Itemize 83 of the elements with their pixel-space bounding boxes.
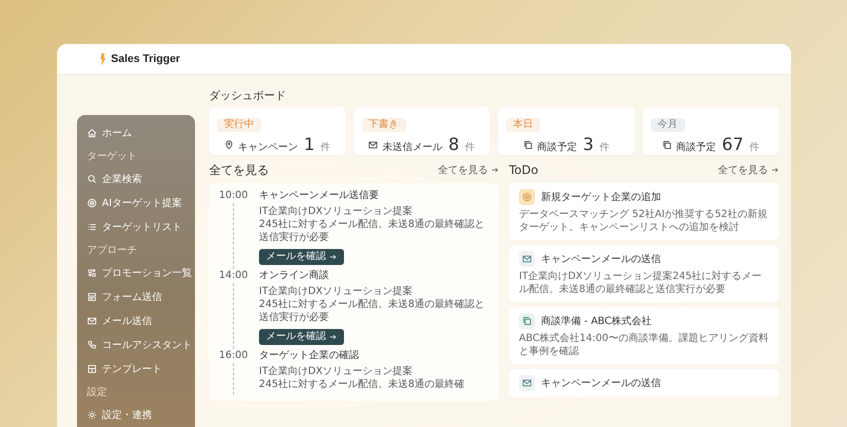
layout-icon bbox=[87, 364, 97, 374]
copy-icon bbox=[522, 140, 533, 150]
sidebar-item[interactable]: 設定・連携 bbox=[81, 403, 191, 427]
event-time: 14:00 bbox=[219, 269, 249, 283]
mail-icon bbox=[368, 140, 378, 150]
stat-label: キャンペーン bbox=[238, 141, 298, 154]
todo-card[interactable]: 商談準備 - ABC株式会社 ABC株式会社14:00〜の商談準備。課題ヒアリング資料と事例を確認 bbox=[509, 307, 779, 364]
todo-card[interactable]: キャンペーンメールの送信 IT企業向けDXソリューション提案245社に対するメール配信。未送8通の最終確認と送信実行が必要 bbox=[509, 245, 779, 302]
stat-value: 3 bbox=[582, 134, 594, 156]
phone-icon bbox=[87, 340, 97, 350]
todo-card[interactable]: キャンペーンメールの送信 bbox=[509, 369, 779, 397]
event-time: 16:00 bbox=[219, 349, 249, 363]
sidebar-section-label: アプローチ bbox=[86, 244, 138, 258]
search-icon bbox=[87, 174, 97, 184]
todo-card[interactable]: 新規ターゲット企業の追加 データベースマッチング 52社AIが推奨する52社の新規ターゲット。キャンペーンリストへの追加を検討 bbox=[509, 183, 779, 240]
mail-icon bbox=[519, 251, 535, 267]
stat-value: 67 bbox=[722, 134, 744, 156]
status-badge: 実行中 bbox=[217, 118, 261, 132]
list-icon bbox=[87, 222, 97, 232]
stat-value: 1 bbox=[304, 134, 315, 156]
todo-title: キャンペーンメールの送信 bbox=[541, 253, 661, 266]
sidebar-item[interactable]: テンプレート bbox=[81, 357, 191, 381]
event-subtitle: IT企業向けDXソリューション提案 bbox=[259, 365, 414, 378]
copy-icon bbox=[519, 313, 535, 329]
section-title: 全てを見る bbox=[209, 163, 269, 177]
check-mail-button[interactable]: メールを確認 bbox=[259, 329, 344, 345]
stat-label: 商談予定 bbox=[536, 140, 577, 154]
settings-icon bbox=[87, 410, 97, 420]
page-title: ダッシュボード bbox=[209, 89, 287, 103]
sidebar-item[interactable]: フォーム送信 bbox=[81, 285, 191, 309]
event-description: 245社に対するメール配信。未送8通の最終確認と送信実行が必要 bbox=[259, 218, 486, 244]
mail-icon bbox=[519, 375, 535, 391]
logo-text: Sales Trigger bbox=[111, 53, 180, 65]
stat-unit: 件 bbox=[320, 141, 331, 154]
arrow-icon bbox=[491, 166, 499, 174]
todo-description: ABC株式会社14:00〜の商談準備。課題ヒアリング資料と事例を確認 bbox=[519, 332, 769, 358]
sidebar-item[interactable]: ホーム bbox=[81, 121, 191, 145]
event-title: オンライン商談 bbox=[259, 269, 329, 283]
logo-icon bbox=[99, 52, 107, 66]
status-badge: 今月 bbox=[650, 118, 684, 132]
sidebar-section-label: 設定 bbox=[86, 386, 108, 400]
event-time: 10:00 bbox=[219, 189, 249, 203]
todo-title: キャンペーンメールの送信 bbox=[541, 377, 661, 390]
event-subtitle: IT企業向けDXソリューション提案 bbox=[259, 205, 414, 218]
sidebar-item[interactable]: AIターゲット提案 bbox=[81, 191, 191, 215]
status-badge: 下書き bbox=[362, 118, 406, 132]
section-title: ToDo bbox=[509, 163, 538, 177]
shapes-icon bbox=[87, 268, 97, 278]
status-badge: 本日 bbox=[506, 118, 540, 132]
mail-icon bbox=[87, 316, 97, 326]
see-all-link[interactable]: 全てを見る bbox=[438, 163, 499, 177]
todo-description: IT企業向けDXソリューション提案245社に対するメール配信。未送8通の最終確認と送信実行が必要 bbox=[519, 270, 763, 296]
event-description: 245社に対するメール配信。未送8通の最終確 bbox=[259, 378, 466, 391]
event-subtitle: IT企業向けDXソリューション提案 bbox=[259, 285, 414, 298]
sidebar-item[interactable]: 企業検索 bbox=[81, 167, 191, 191]
sidebar-item[interactable]: プロモーション一覧 bbox=[81, 261, 191, 285]
sidebar-section-label: ターゲット bbox=[86, 150, 138, 164]
see-all-link[interactable]: 全てを見る bbox=[718, 163, 779, 177]
todo-title: 商談準備 - ABC株式会社 bbox=[541, 314, 652, 328]
target-icon bbox=[87, 198, 97, 208]
stat-value: 8 bbox=[448, 134, 460, 156]
copy-icon bbox=[662, 140, 672, 150]
event-title: ターゲット企業の確認 bbox=[259, 349, 359, 363]
stat-unit: 件 bbox=[750, 141, 760, 154]
sidebar-item[interactable]: ターゲットリスト bbox=[81, 215, 191, 239]
event-description: 245社に対するメール配信。未送8通の最終確認と送信実行が必要 bbox=[259, 298, 486, 324]
stat-label: 商談予定 bbox=[676, 140, 716, 154]
stat-unit: 件 bbox=[600, 141, 610, 154]
event-title: キャンペーンメール送信要 bbox=[259, 189, 379, 203]
todo-title: 新規ターゲット企業の追加 bbox=[541, 190, 661, 204]
arrow-icon bbox=[329, 253, 337, 261]
form-icon bbox=[87, 292, 97, 302]
arrow-icon bbox=[329, 333, 337, 341]
sidebar-item[interactable]: コールアシスタント bbox=[81, 333, 191, 357]
arrow-icon bbox=[771, 166, 779, 174]
pin-icon bbox=[224, 140, 234, 150]
target-icon bbox=[519, 189, 535, 205]
todo-description: データベースマッチング 52社AIが推奨する52社の新規ターゲット。キャンペーンリストへの追加を検討 bbox=[519, 208, 768, 234]
home-icon bbox=[87, 128, 97, 138]
stat-unit: 件 bbox=[465, 141, 476, 154]
stat-label: 未送信メール bbox=[382, 140, 442, 154]
sidebar-item[interactable]: メール送信 bbox=[81, 309, 191, 333]
check-mail-button[interactable]: メールを確認 bbox=[259, 249, 344, 265]
